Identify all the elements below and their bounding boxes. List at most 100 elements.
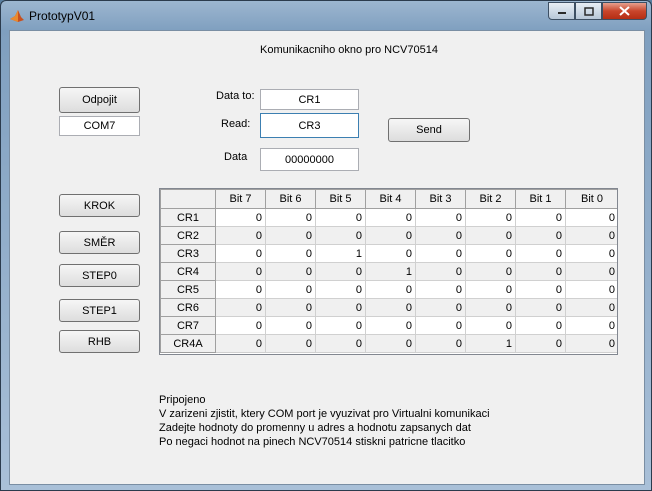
table-cell[interactable]: 0 <box>265 316 316 335</box>
application-window: PrototypV01 Komunikacniho okno pro NCV70… <box>0 0 652 491</box>
row-header[interactable]: CR4A <box>160 334 216 353</box>
table-cell[interactable]: 0 <box>465 244 516 263</box>
column-header[interactable]: Bit 7 <box>215 189 266 209</box>
data-input[interactable]: 00000000 <box>260 148 359 171</box>
table-cell[interactable]: 0 <box>315 262 366 281</box>
table-cell[interactable]: 0 <box>415 298 466 317</box>
table-cell[interactable]: 0 <box>315 208 366 227</box>
column-header[interactable]: Bit 2 <box>465 189 516 209</box>
table-cell[interactable]: 0 <box>265 298 316 317</box>
column-header[interactable]: Bit 3 <box>415 189 466 209</box>
table-cell[interactable]: 0 <box>265 244 316 263</box>
row-header[interactable]: CR3 <box>160 244 216 263</box>
row-header[interactable]: CR1 <box>160 208 216 227</box>
smer-button[interactable]: SMĚR <box>59 231 140 254</box>
table-cell[interactable]: 0 <box>265 262 316 281</box>
table-cell[interactable]: 0 <box>415 226 466 245</box>
table-cell[interactable]: 0 <box>315 226 366 245</box>
table-cell[interactable]: 0 <box>565 280 617 299</box>
table-cell[interactable]: 0 <box>215 226 266 245</box>
table-cell[interactable]: 0 <box>515 334 566 353</box>
column-header[interactable]: Bit 4 <box>365 189 416 209</box>
table-cell[interactable]: 0 <box>515 226 566 245</box>
table-cell[interactable]: 0 <box>315 280 366 299</box>
table-cell[interactable]: 0 <box>565 262 617 281</box>
table-cell[interactable]: 0 <box>565 244 617 263</box>
table-cell[interactable]: 0 <box>415 262 466 281</box>
table-cell[interactable]: 0 <box>515 244 566 263</box>
minimize-icon <box>557 12 566 14</box>
table-cell[interactable]: 0 <box>415 280 466 299</box>
table-cell[interactable]: 0 <box>265 334 316 353</box>
row-header[interactable]: CR7 <box>160 316 216 335</box>
close-button[interactable] <box>602 2 647 20</box>
step0-button[interactable]: STEP0 <box>59 264 140 287</box>
step1-button[interactable]: STEP1 <box>59 299 140 322</box>
table-cell[interactable]: 0 <box>465 298 516 317</box>
table-cell[interactable]: 0 <box>565 208 617 227</box>
table-cell[interactable]: 0 <box>465 208 516 227</box>
table-cell[interactable]: 0 <box>315 298 366 317</box>
table-cell[interactable]: 0 <box>465 316 516 335</box>
table-cell[interactable]: 0 <box>515 298 566 317</box>
table-cell[interactable]: 0 <box>415 244 466 263</box>
table-cell[interactable]: 0 <box>565 334 617 353</box>
table-cell[interactable]: 0 <box>365 244 416 263</box>
row-header[interactable]: CR6 <box>160 298 216 317</box>
table-cell[interactable]: 0 <box>565 226 617 245</box>
table-cell[interactable]: 0 <box>365 280 416 299</box>
krok-button[interactable]: KROK <box>59 194 140 217</box>
table-cell[interactable]: 0 <box>515 280 566 299</box>
table-cell[interactable]: 0 <box>465 226 516 245</box>
table-cell[interactable]: 0 <box>265 226 316 245</box>
table-cell[interactable]: 0 <box>215 316 266 335</box>
table-cell[interactable]: 0 <box>515 262 566 281</box>
minimize-button[interactable] <box>548 2 575 20</box>
table-cell[interactable]: 0 <box>315 334 366 353</box>
table-header-row: Bit 7 Bit 6 Bit 5 Bit 4 Bit 3 Bit 2 Bit … <box>160 189 617 209</box>
read-input[interactable]: CR3 <box>260 113 359 138</box>
column-header[interactable]: Bit 6 <box>265 189 316 209</box>
table-cell[interactable]: 1 <box>465 334 516 353</box>
table-cell[interactable]: 0 <box>515 316 566 335</box>
table-cell[interactable]: 0 <box>415 208 466 227</box>
disconnect-button[interactable]: Odpojit <box>59 87 140 113</box>
send-button[interactable]: Send <box>388 118 470 142</box>
table-cell[interactable]: 0 <box>515 208 566 227</box>
table-cell[interactable]: 0 <box>215 244 266 263</box>
row-header[interactable]: CR2 <box>160 226 216 245</box>
table-cell[interactable]: 0 <box>365 298 416 317</box>
table-cell[interactable]: 0 <box>215 262 266 281</box>
table-cell[interactable]: 0 <box>465 280 516 299</box>
table-cell[interactable]: 0 <box>565 298 617 317</box>
corner-cell <box>160 189 216 209</box>
table-cell[interactable]: 0 <box>215 208 266 227</box>
row-header[interactable]: CR5 <box>160 280 216 299</box>
table-cell[interactable]: 0 <box>365 226 416 245</box>
table-cell[interactable]: 0 <box>465 262 516 281</box>
data-to-input[interactable]: CR1 <box>260 89 359 110</box>
column-header[interactable]: Bit 0 <box>565 189 617 209</box>
table-cell[interactable]: 0 <box>365 208 416 227</box>
rhb-button[interactable]: RHB <box>59 330 140 353</box>
table-cell[interactable]: 0 <box>415 316 466 335</box>
table-cell[interactable]: 0 <box>265 280 316 299</box>
table-cell[interactable]: 0 <box>215 298 266 317</box>
table-cell[interactable]: 0 <box>315 316 366 335</box>
column-header[interactable]: Bit 1 <box>515 189 566 209</box>
table-cell[interactable]: 0 <box>215 280 266 299</box>
register-table[interactable]: Bit 7 Bit 6 Bit 5 Bit 4 Bit 3 Bit 2 Bit … <box>159 188 618 355</box>
row-header[interactable]: CR4 <box>160 262 216 281</box>
table-cell[interactable]: 0 <box>265 208 316 227</box>
title-bar[interactable]: PrototypV01 <box>1 1 652 29</box>
table-cell[interactable]: 0 <box>215 334 266 353</box>
table-cell[interactable]: 1 <box>315 244 366 263</box>
table-cell[interactable]: 0 <box>415 334 466 353</box>
maximize-button[interactable] <box>575 2 602 20</box>
com-port-field[interactable]: COM7 <box>59 116 140 136</box>
table-cell[interactable]: 0 <box>365 334 416 353</box>
column-header[interactable]: Bit 5 <box>315 189 366 209</box>
table-cell[interactable]: 0 <box>565 316 617 335</box>
table-cell[interactable]: 0 <box>365 316 416 335</box>
table-cell[interactable]: 1 <box>365 262 416 281</box>
